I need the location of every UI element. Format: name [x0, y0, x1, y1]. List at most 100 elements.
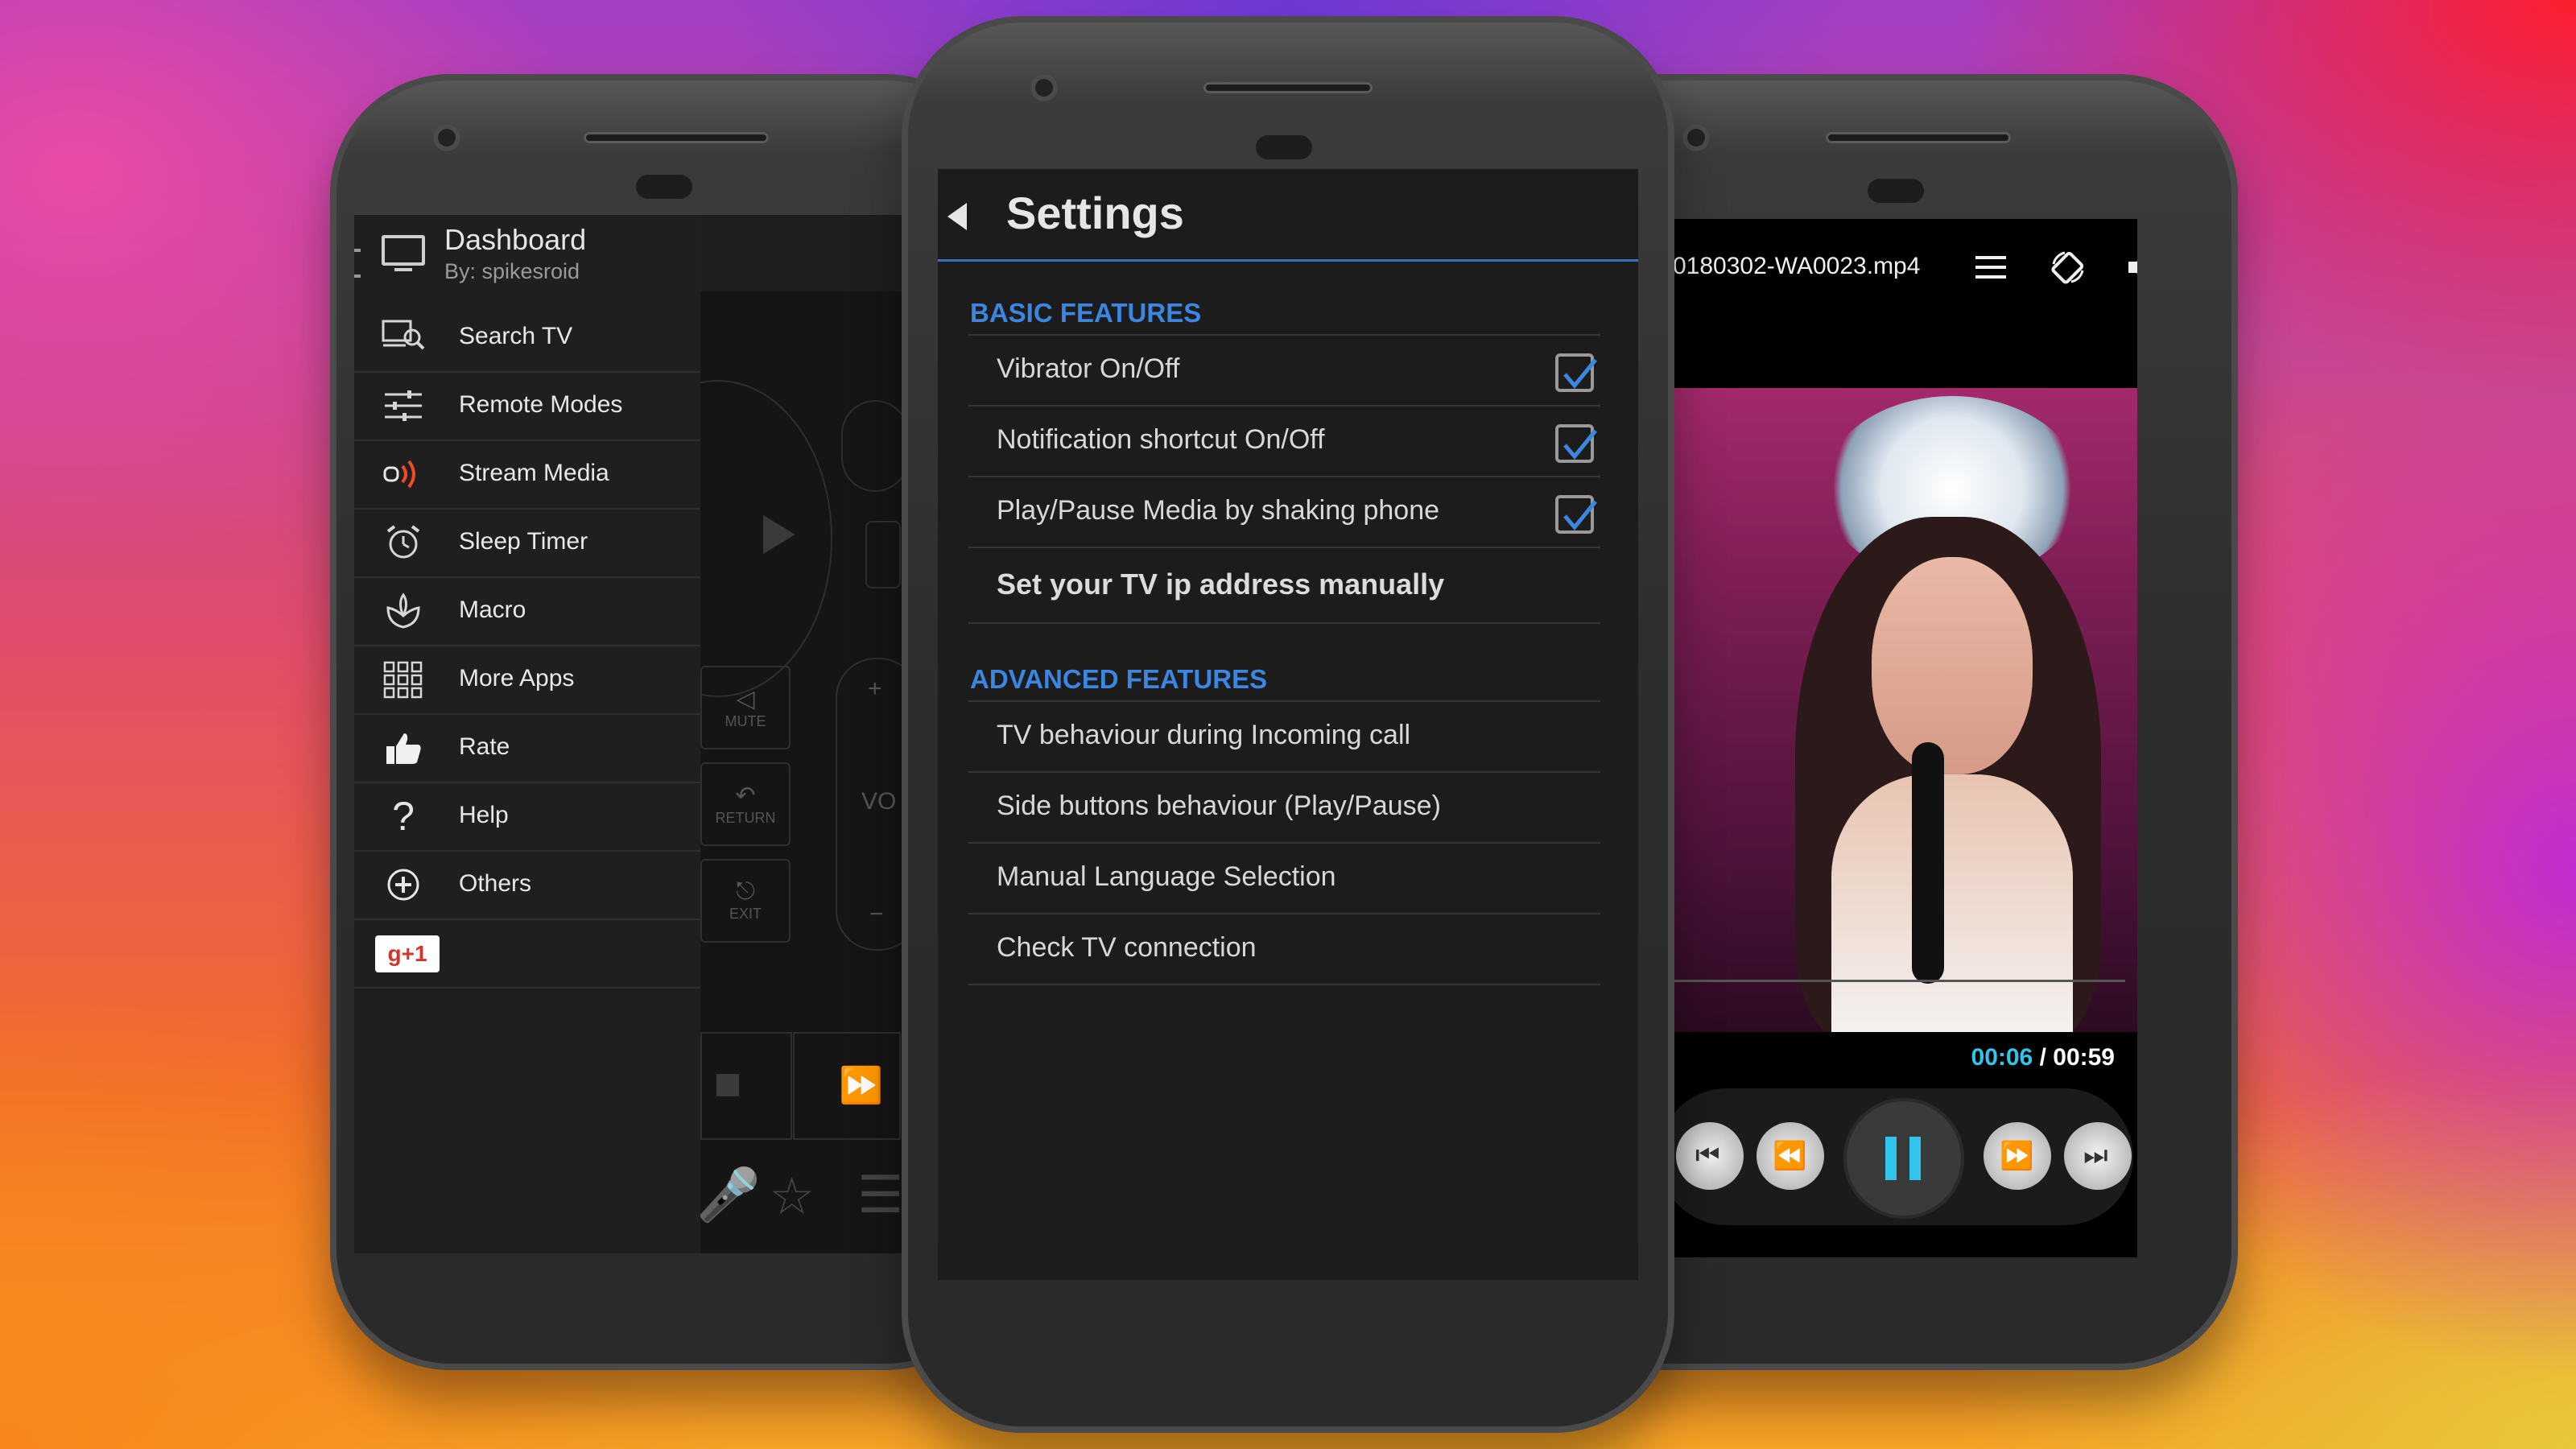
check-icon	[1563, 500, 1597, 530]
fast-forward-button[interactable]: ⏩	[793, 1032, 901, 1140]
front-camera	[433, 124, 460, 151]
earpiece-speaker	[1826, 132, 2011, 143]
drawer-item-label: Sleep Timer	[459, 528, 588, 555]
microphone	[1912, 742, 1944, 984]
rewind-button[interactable]: ⏪	[1757, 1122, 1824, 1190]
stream-media-icon	[383, 460, 415, 489]
setting-label: Notification shortcut On/Off	[997, 424, 1325, 455]
drawer-item-rate[interactable]: Rate	[354, 714, 700, 783]
setting-notification-shortcut[interactable]: Notification shortcut On/Off	[968, 405, 1600, 476]
setting-vibrator[interactable]: Vibrator On/Off	[968, 334, 1600, 405]
drawer-item-remote-modes[interactable]: Remote Modes	[354, 372, 700, 441]
drawer-title: Dashboard	[444, 223, 587, 256]
google-plus-one-button[interactable]: g+1	[375, 935, 440, 972]
setting-shake-play-pause[interactable]: Play/Pause Media by shaking phone	[968, 476, 1600, 547]
player-controls: ⏮ ⏪ ⏩ ⏭	[1674, 1088, 2133, 1225]
section-title-basic: BASIC FEATURES	[970, 298, 1202, 328]
time-display: 00:06 / 00:59	[1971, 1044, 2115, 1071]
rotate-icon[interactable]	[2049, 248, 2087, 287]
face	[1872, 557, 2033, 774]
drawer-subtitle: By: spikesroid	[444, 259, 580, 283]
mute-icon: ◁	[736, 686, 755, 712]
settings-header: Settings	[938, 169, 1638, 262]
check-icon	[1563, 358, 1597, 389]
page-title: Settings	[1006, 188, 1184, 238]
volume-up-icon: +	[868, 675, 882, 702]
check-icon	[1563, 429, 1597, 460]
side-button[interactable]	[865, 521, 901, 588]
drawer-item-sleep-timer[interactable]: Sleep Timer	[354, 509, 700, 578]
drawer-item-others[interactable]: Others	[354, 851, 700, 920]
skip-next-button[interactable]: ⏭	[2064, 1122, 2132, 1190]
drawer-item-label: Rate	[459, 733, 510, 760]
rewind-icon: ⏪	[1773, 1141, 1807, 1171]
pause-icon-bar-right	[1909, 1137, 1921, 1180]
setting-incoming-call[interactable]: TV behaviour during Incoming call	[968, 700, 1600, 771]
fast-forward-icon: ⏩	[839, 1066, 883, 1105]
play-icon[interactable]	[763, 515, 795, 554]
drawer-item-help[interactable]: ? Help	[354, 782, 700, 852]
tv-stand	[394, 268, 412, 271]
skip-previous-button[interactable]: ⏮	[1676, 1122, 1744, 1190]
back-arrow-icon[interactable]	[947, 203, 967, 230]
pause-icon-bar-left	[1885, 1137, 1897, 1180]
mic-icon[interactable]: 🎤	[696, 1165, 761, 1225]
video-frame[interactable]	[1674, 388, 2137, 1032]
drawer-item-label: Stream Media	[459, 460, 609, 486]
middle-phone: Settings BASIC FEATURES Vibrator On/Off …	[902, 16, 1674, 1433]
checkbox-vibrator[interactable]	[1555, 353, 1597, 392]
checkbox-shake-play-pause[interactable]	[1555, 495, 1597, 534]
drawer-header: Dashboard By: spikesroid	[354, 215, 700, 295]
front-camera	[1682, 124, 1710, 151]
thumbs-up-icon	[386, 733, 421, 764]
setting-language[interactable]: Manual Language Selection	[968, 842, 1600, 913]
time-current: 00:06	[1971, 1044, 2033, 1071]
alarm-clock-icon	[386, 525, 420, 559]
setting-side-buttons[interactable]: Side buttons behaviour (Play/Pause)	[968, 771, 1600, 842]
time-separator: /	[2033, 1044, 2054, 1071]
gplus-row: g+1	[354, 919, 700, 989]
menu-icon[interactable]: ☰	[857, 1165, 903, 1225]
setting-label: Check TV connection	[997, 932, 1257, 963]
player-topbar: 0180302-WA0023.mp4	[1674, 219, 2137, 324]
drawer-item-stream-media[interactable]: Stream Media	[354, 440, 700, 510]
time-total: 00:59	[2053, 1044, 2115, 1071]
drawer-item-label: Macro	[459, 597, 526, 623]
mute-button[interactable]: ◁ MUTE	[700, 666, 791, 749]
sensor	[636, 175, 692, 199]
checkbox-notification-shortcut[interactable]	[1555, 424, 1597, 463]
stop-button[interactable]	[700, 1032, 792, 1140]
drawer-item-label: Help	[459, 802, 509, 828]
setting-check-connection[interactable]: Check TV connection	[968, 913, 1600, 985]
hamburger-icon[interactable]	[354, 249, 361, 278]
drawer-item-search-tv[interactable]: Search TV	[354, 303, 700, 373]
sliders-icon	[385, 390, 422, 421]
stop-icon	[716, 1074, 739, 1096]
earpiece-speaker	[1203, 82, 1373, 93]
pause-button[interactable]	[1843, 1098, 1964, 1219]
drawer-item-label: Search TV	[459, 323, 573, 349]
exit-label: EXIT	[729, 906, 762, 922]
settings-screen: Settings BASIC FEATURES Vibrator On/Off …	[938, 169, 1638, 1280]
drawer-item-label: Remote Modes	[459, 391, 623, 418]
volume-icon[interactable]	[2125, 250, 2137, 285]
exit-button[interactable]: ⎋ EXIT	[700, 859, 791, 943]
drawer-item-more-apps[interactable]: More Apps	[354, 646, 700, 715]
plus-circle-icon	[387, 869, 419, 901]
tv-icon	[382, 235, 425, 266]
body	[1831, 774, 2073, 1032]
setting-tv-ip[interactable]: Set your TV ip address manually	[968, 547, 1600, 624]
left-screen: ◁ MUTE ↶ RETURN ⎋ EXIT + VO − ⏩ 🎤 ☆ ☰ Da…	[354, 215, 982, 1253]
setting-label: Side buttons behaviour (Play/Pause)	[997, 791, 1441, 821]
fast-forward-button[interactable]: ⏩	[1984, 1122, 2051, 1190]
return-icon: ↶	[735, 782, 756, 809]
setting-label: Play/Pause Media by shaking phone	[997, 495, 1440, 526]
playlist-icon[interactable]	[1972, 251, 2009, 283]
channel-button[interactable]	[841, 400, 909, 492]
return-button[interactable]: ↶ RETURN	[700, 762, 791, 846]
setting-label: Manual Language Selection	[997, 861, 1336, 892]
skip-previous-icon: ⏮	[1695, 1140, 1720, 1170]
drawer-item-macro[interactable]: Macro	[354, 577, 700, 646]
seek-bar[interactable]	[1674, 980, 2125, 982]
star-icon[interactable]: ☆	[769, 1166, 815, 1227]
